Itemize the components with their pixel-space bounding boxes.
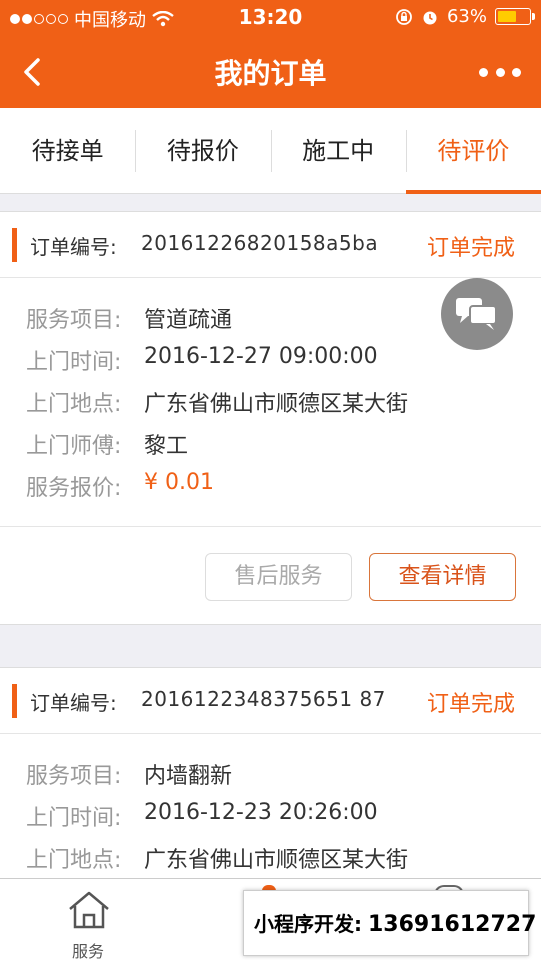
- detail-row-price: 服务报价: ¥ 0.01: [0, 466, 541, 526]
- app-header: 中国移动 13:20 63% 我的订单: [0, 0, 541, 108]
- page-title: 我的订单: [214, 57, 327, 90]
- detail-row-service: 服务项目: 内墙翻新: [0, 754, 541, 796]
- detail-row-time: 上门时间: 2016-12-27 09:00:00: [0, 340, 541, 382]
- detail-row-technician: 上门师傅: 黎工: [0, 424, 541, 466]
- order-number: 20161226820158a5ba: [141, 231, 379, 255]
- battery-icon: [495, 8, 535, 25]
- order-card-header: 订单编号: 2016122348375651 87 订单完成: [0, 668, 541, 734]
- nav-bar: 我的订单: [0, 34, 541, 108]
- order-actions: 售后服务 查看详情: [0, 526, 541, 624]
- order-details: 服务项目: 内墙翻新 上门时间: 2016-12-23 20:26:00 上门地…: [0, 734, 541, 880]
- order-number-label: 订单编号:: [30, 691, 117, 715]
- watermark-label: 小程序开发:: [254, 912, 362, 936]
- detail-key: 上门师傅:: [26, 434, 122, 459]
- detail-key: 上门地点:: [26, 392, 122, 417]
- watermark-phone: 13691612727: [368, 912, 537, 937]
- status-bar: 中国移动 13:20 63%: [0, 0, 541, 34]
- contact-watermark: 小程序开发: 13691612727: [243, 890, 536, 956]
- detail-row-time: 上门时间: 2016-12-23 20:26:00: [0, 796, 541, 838]
- accent-bar: [12, 684, 17, 718]
- view-details-button[interactable]: 查看详情: [369, 553, 516, 601]
- detail-value: 广东省佛山市顺德区某大街: [144, 848, 409, 873]
- order-number: 2016122348375651 87: [141, 687, 386, 711]
- tab-pending-accept[interactable]: 待接单: [0, 108, 135, 193]
- detail-row-address: 上门地点: 广东省佛山市顺德区某大街: [0, 838, 541, 880]
- more-icon[interactable]: [479, 60, 521, 84]
- status-right: 63%: [395, 6, 535, 27]
- detail-value: 管道疏通: [144, 308, 233, 333]
- detail-key: 服务项目:: [26, 308, 122, 333]
- order-card: 订单编号: 2016122348375651 87 订单完成 服务项目: 内墙翻…: [0, 667, 541, 882]
- home-icon[interactable]: [66, 889, 112, 931]
- order-status: 订单完成: [426, 236, 515, 261]
- alarm-icon: [423, 11, 437, 24]
- detail-value: 2016-12-23 20:26:00: [144, 800, 378, 825]
- detail-value: 黎工: [144, 434, 189, 459]
- order-details: 服务项目: 管道疏通 上门时间: 2016-12-27 09:00:00 上门地…: [0, 278, 541, 526]
- price-value: ¥ 0.01: [144, 470, 214, 495]
- tab-pending-review[interactable]: 待评价: [405, 108, 541, 194]
- order-status-tabs: 待接单 待报价 施工中 待评价: [0, 108, 541, 194]
- detail-key: 上门时间:: [26, 350, 122, 375]
- tab-home-label[interactable]: 服务: [72, 938, 104, 960]
- detail-key: 上门时间:: [26, 806, 122, 831]
- detail-key: 上门地点:: [26, 848, 122, 873]
- order-status: 订单完成: [426, 692, 515, 717]
- detail-key: 服务项目:: [26, 764, 122, 789]
- battery-percent: 63%: [446, 6, 487, 27]
- order-card-header: 订单编号: 20161226820158a5ba 订单完成: [0, 212, 541, 278]
- tab-pending-quote[interactable]: 待报价: [135, 108, 270, 193]
- order-card: 订单编号: 20161226820158a5ba 订单完成 服务项目: 管道疏通…: [0, 211, 541, 625]
- order-number-label: 订单编号:: [30, 235, 117, 259]
- detail-key: 服务报价:: [26, 476, 122, 501]
- rotation-lock-icon: [396, 8, 412, 25]
- detail-value: 内墙翻新: [144, 764, 233, 789]
- detail-value: 2016-12-27 09:00:00: [144, 344, 378, 369]
- after-sales-button[interactable]: 售后服务: [205, 553, 352, 601]
- detail-value: 广东省佛山市顺德区某大街: [144, 392, 409, 417]
- detail-row-service: 服务项目: 管道疏通: [0, 298, 541, 340]
- detail-row-address: 上门地点: 广东省佛山市顺德区某大街: [0, 382, 541, 424]
- accent-bar: [12, 228, 17, 262]
- tab-in-progress[interactable]: 施工中: [270, 108, 406, 193]
